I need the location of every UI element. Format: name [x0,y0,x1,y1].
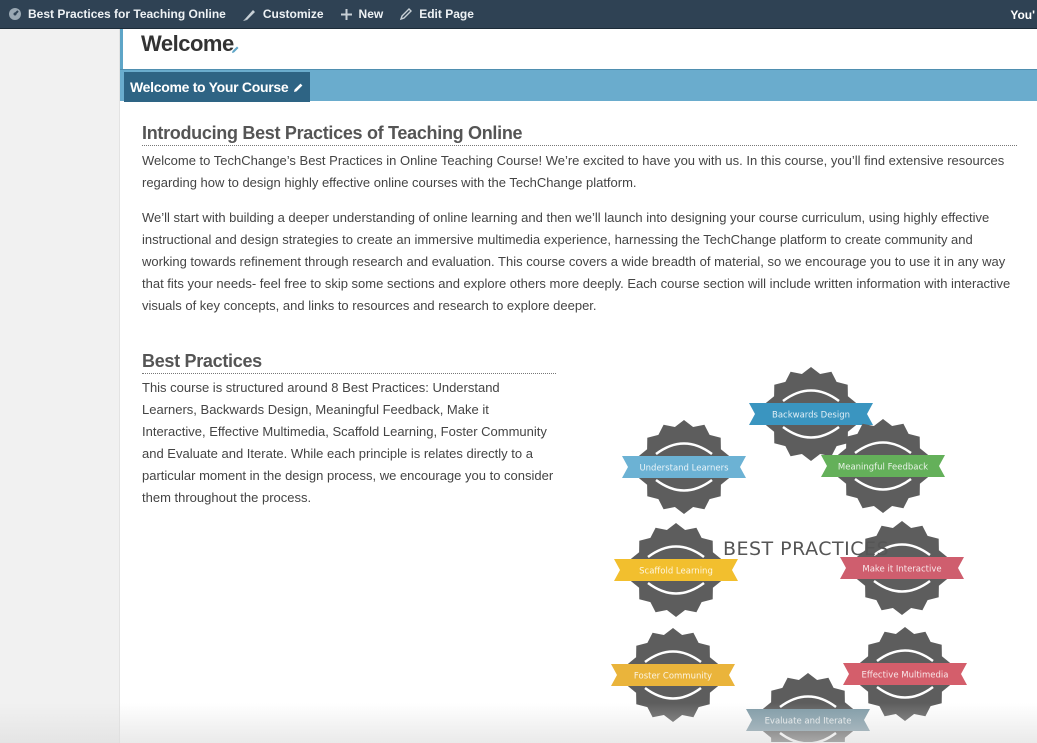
badge-understand-learners: Understand Learners [622,420,746,514]
pencil-icon [400,8,413,21]
badge-effective-multimedia: Effective Multimedia [843,627,967,721]
best-practices-diagram: Backwards Design Meaningful Feedback Make … [611,367,967,742]
badge-label: Effective Multimedia [861,671,948,681]
badge-label: Backwards Design [772,411,850,421]
main-content: Welcome Welcome to Your Course Introduci… [120,29,1037,743]
page-title: Welcome [141,31,234,56]
admin-bar: Best Practices for Teaching Online Custo… [0,0,1037,29]
new-label: New [358,7,384,21]
left-sidebar [0,29,120,743]
tab-label: Welcome to Your Course [130,79,289,95]
badge-label: Make it Interactive [862,565,941,575]
best-practices-heading: Best Practices [142,351,556,374]
badge-label: Meaningful Feedback [838,463,928,473]
intro-paragraph-2: We’ll start with building a deeper under… [142,210,1011,313]
page-title-bar: Welcome [120,29,1037,69]
badge-make-it-interactive: Make it Interactive [840,521,964,615]
tab-strip: Welcome to Your Course [120,69,1037,102]
diagram-center-label: BEST PRACTICES [723,538,889,560]
badge-foster-community: Foster Community [611,628,735,722]
dashboard-icon [9,8,21,20]
badge-seal-shape [762,673,854,742]
intro-heading: Introducing Best Practices of Teaching O… [142,123,1017,146]
badge-scaffold-learning: Scaffold Learning [614,523,738,617]
site-menu[interactable]: Best Practices for Teaching Online [0,0,234,29]
edit-page-label: Edit Page [419,7,474,21]
edit-page-button[interactable]: Edit Page [391,0,482,29]
best-practices-section: Best Practices This course is structured… [142,351,556,509]
badge-label: Scaffold Learning [639,567,713,577]
intro-paragraph-1: Welcome to TechChange’s Best Practices i… [142,153,1005,190]
content-area: Introducing Best Practices of Teaching O… [142,123,1017,505]
badge-label: Understand Learners [639,464,729,474]
user-greeting[interactable]: You' [1010,0,1037,29]
customize-label: Customize [262,7,324,21]
edit-title-pencil-icon[interactable] [231,45,240,54]
tab-welcome-to-your-course[interactable]: Welcome to Your Course [124,72,311,102]
badge-label: Foster Community [634,672,712,682]
plus-icon [340,8,352,20]
new-button[interactable]: New [332,0,392,29]
badge-label: Evaluate and Iterate [765,717,852,727]
best-practices-paragraph: This course is structured around 8 Best … [142,380,554,505]
customize-button[interactable]: Customize [234,0,332,29]
brush-icon [242,9,255,21]
site-name: Best Practices for Teaching Online [28,7,226,21]
pencil-icon[interactable] [293,82,304,93]
